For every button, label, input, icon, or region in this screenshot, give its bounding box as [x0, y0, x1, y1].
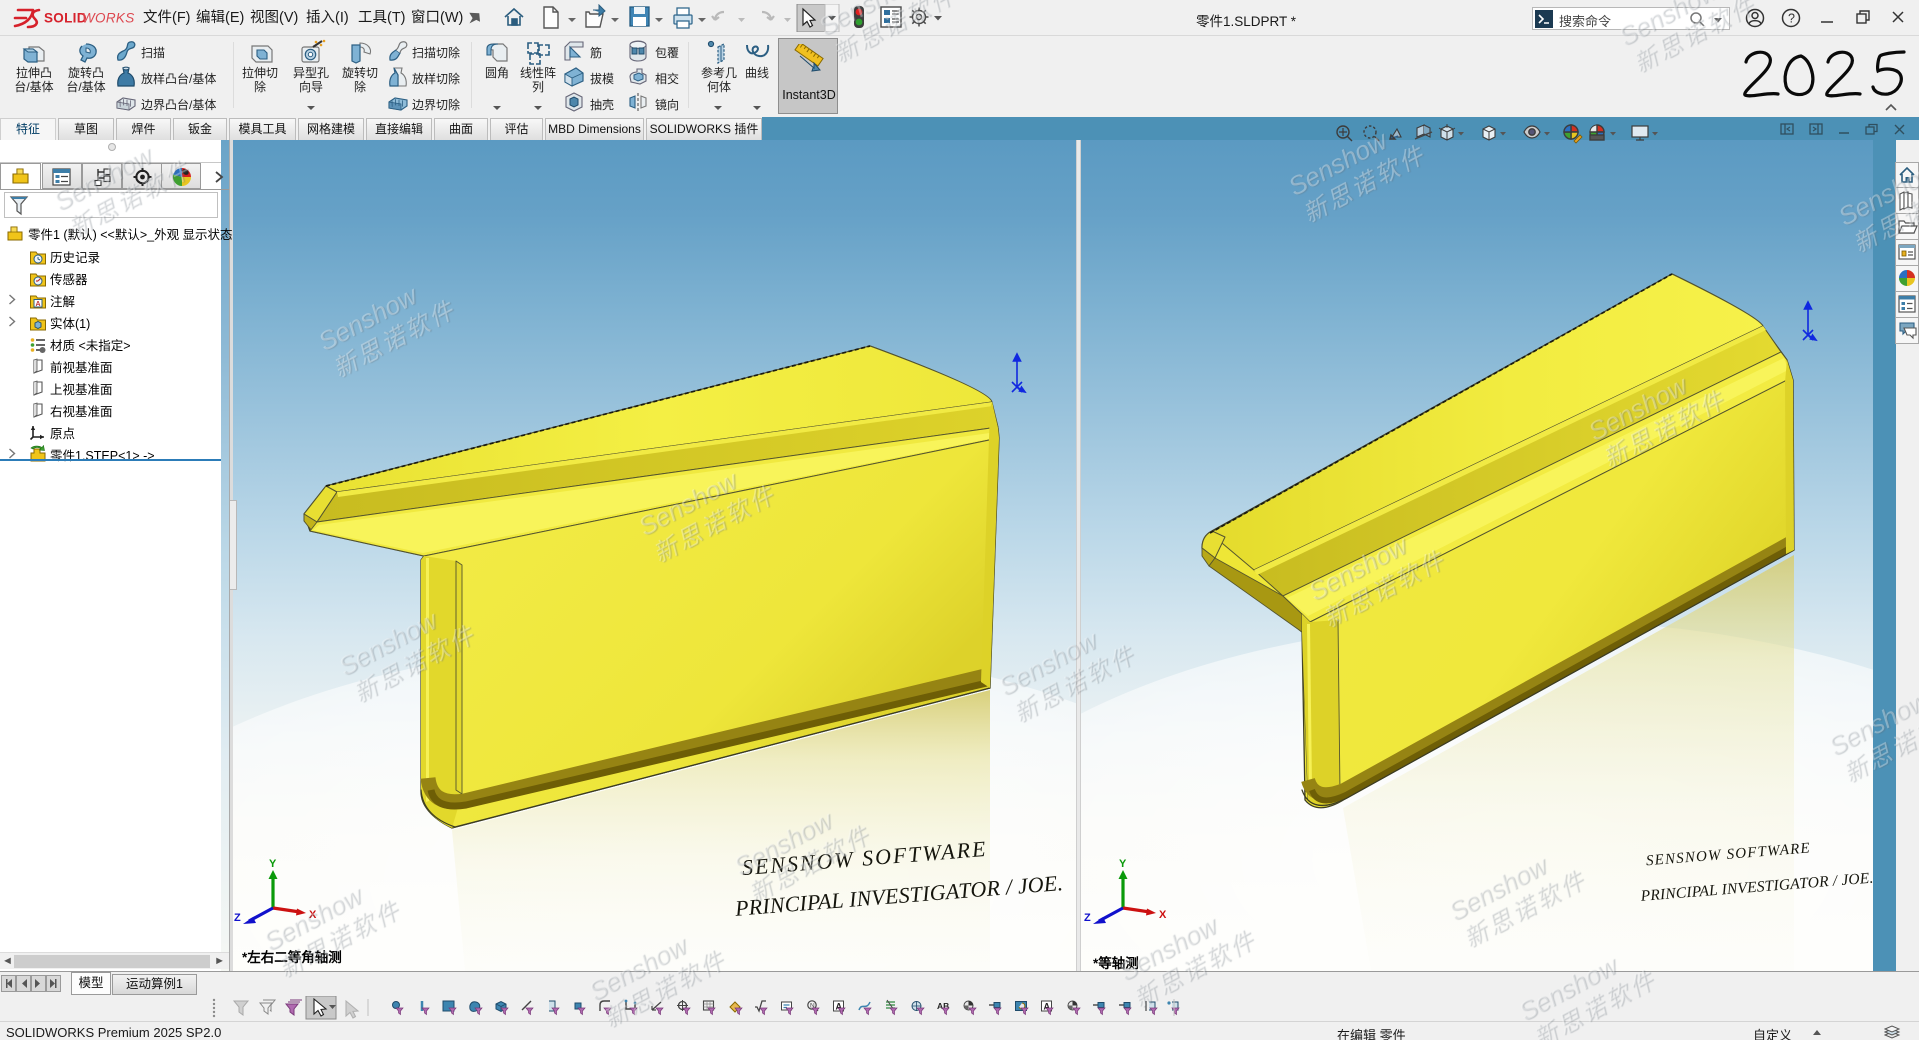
svg-text:Z: Z: [234, 912, 241, 924]
svg-text:X: X: [1159, 909, 1167, 921]
svg-text:*等轴测: *等轴测: [1093, 955, 1139, 971]
svg-text:Y: Y: [269, 858, 277, 870]
svg-text:X: X: [309, 909, 317, 921]
svg-text:?: ?: [1788, 12, 1795, 26]
svg-text:Z: Z: [1084, 912, 1091, 924]
svg-text:*左右二等角轴测: *左右二等角轴测: [242, 949, 342, 965]
svg-text:Y: Y: [1119, 858, 1127, 870]
svg-text:WORKS: WORKS: [82, 11, 135, 26]
svg-text:A: A: [36, 301, 41, 308]
svg-text:SOLID: SOLID: [44, 11, 87, 26]
